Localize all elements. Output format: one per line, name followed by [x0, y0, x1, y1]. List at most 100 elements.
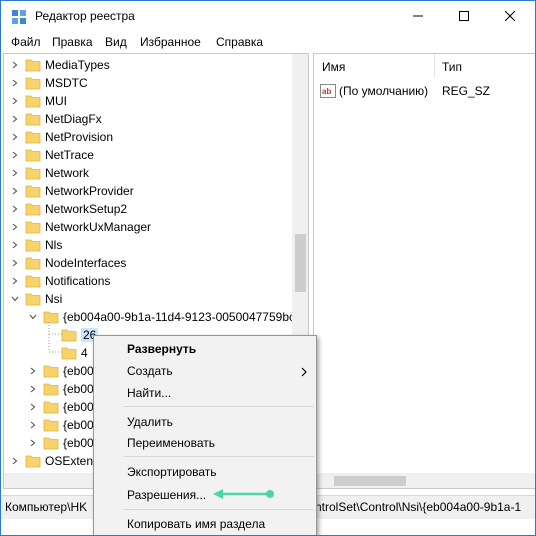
chevron-right-icon[interactable]: [10, 236, 20, 254]
tree-node[interactable]: Network: [4, 164, 292, 182]
tree-node[interactable]: MUI: [4, 92, 292, 110]
folder-icon: [43, 436, 59, 450]
tree-node[interactable]: NetworkProvider: [4, 182, 292, 200]
tree-node[interactable]: NetDiagFx: [4, 110, 292, 128]
tree-node-label: {eb00: [63, 436, 94, 450]
chevron-right-icon[interactable]: [10, 110, 20, 128]
menu-favorites[interactable]: Избранное: [140, 35, 201, 49]
chevron-right-icon[interactable]: [10, 164, 20, 182]
registry-editor-window: Редактор реестра Файл Правка Вид Избранн…: [0, 0, 536, 536]
tree-node[interactable]: Notifications: [4, 272, 292, 290]
folder-icon: [25, 274, 41, 288]
folder-icon: [25, 166, 41, 180]
tree-node-label: NodeInterfaces: [45, 256, 127, 270]
tree-node[interactable]: NetProvision: [4, 128, 292, 146]
chevron-right-icon[interactable]: [10, 452, 20, 470]
tree-node-label: Network: [45, 166, 90, 180]
chevron-right-icon[interactable]: [28, 380, 38, 398]
menu-permissions[interactable]: Разрешения...: [95, 484, 315, 506]
chevron-right-icon[interactable]: [28, 362, 38, 380]
folder-icon: [25, 130, 41, 144]
chevron-down-icon[interactable]: [10, 290, 20, 308]
menu-separator: [124, 406, 314, 407]
folder-icon: [25, 220, 41, 234]
tree-node-label: NetTrace: [45, 148, 94, 162]
menu-expand[interactable]: Развернуть: [95, 338, 315, 360]
tree-node-label: MUI: [45, 94, 67, 108]
tree-node[interactable]: Nsi: [4, 290, 292, 308]
tree-node-label: MediaTypes: [45, 58, 110, 72]
title-bar: Редактор реестра: [1, 1, 535, 31]
folder-icon: [43, 418, 59, 432]
status-path-end: ntrolSet\Control\Nsi\{eb004a00-9b1a-1: [315, 500, 522, 514]
tree-node-label: {eb00: [63, 382, 94, 396]
menu-edit[interactable]: Правка: [52, 35, 93, 49]
minimize-button[interactable]: [395, 1, 441, 31]
tree-node-label: NetProvision: [45, 130, 114, 144]
value-name: (По умолчанию): [339, 84, 429, 98]
menu-delete[interactable]: Удалить: [95, 411, 315, 433]
menu-create[interactable]: Создать: [95, 360, 315, 382]
menu-file[interactable]: Файл: [11, 35, 41, 49]
registry-app-icon: [11, 9, 27, 25]
folder-icon: [25, 256, 41, 270]
chevron-right-icon[interactable]: [28, 416, 38, 434]
folder-icon: [43, 400, 59, 414]
tree-node[interactable]: MSDTC: [4, 74, 292, 92]
chevron-right-icon[interactable]: [10, 200, 20, 218]
folder-icon: [25, 202, 41, 216]
chevron-right-icon[interactable]: [28, 434, 38, 452]
chevron-right-icon[interactable]: [10, 56, 20, 74]
chevron-right-icon[interactable]: [28, 398, 38, 416]
tree-node[interactable]: NetworkUxManager: [4, 218, 292, 236]
tree-scroll-thumb[interactable]: [295, 234, 306, 292]
svg-text:ab: ab: [322, 87, 331, 96]
folder-icon: [25, 238, 41, 252]
submenu-arrow-icon: [301, 366, 307, 380]
values-list[interactable]: Имя Тип ab (По умолчанию) REG_SZ: [313, 53, 535, 489]
chevron-down-icon[interactable]: [28, 308, 38, 326]
value-row-default[interactable]: ab (По умолчанию): [320, 82, 428, 100]
values-scroll-thumb[interactable]: [334, 476, 406, 486]
chevron-right-icon[interactable]: [10, 182, 20, 200]
folder-icon: [25, 454, 41, 468]
menu-rename[interactable]: Переименовать: [95, 432, 315, 454]
column-header-name[interactable]: Имя: [314, 54, 345, 78]
chevron-right-icon[interactable]: [10, 254, 20, 272]
tree-node-label: {eb00: [63, 418, 94, 432]
folder-icon: [25, 58, 41, 72]
column-header-type[interactable]: Тип: [434, 54, 462, 78]
tree-node[interactable]: NetTrace: [4, 146, 292, 164]
folder-icon: [25, 184, 41, 198]
tree-node-label: NetworkUxManager: [45, 220, 152, 234]
maximize-button[interactable]: [441, 1, 487, 31]
chevron-right-icon[interactable]: [10, 74, 20, 92]
menu-separator: [124, 456, 314, 457]
menu-find[interactable]: Найти...: [95, 382, 315, 404]
tree-node[interactable]: NodeInterfaces: [4, 254, 292, 272]
close-button[interactable]: [487, 1, 533, 31]
status-path-start: Компьютер\HK: [5, 500, 88, 514]
tree-node[interactable]: NetworkSetup2: [4, 200, 292, 218]
folder-icon: [25, 94, 41, 108]
menu-help[interactable]: Справка: [216, 35, 263, 49]
tree-node-label: Nsi: [45, 292, 63, 306]
tree-node-label: MSDTC: [45, 76, 88, 90]
value-type: REG_SZ: [442, 84, 491, 98]
chevron-right-icon[interactable]: [10, 272, 20, 290]
folder-icon: [25, 148, 41, 162]
chevron-right-icon[interactable]: [10, 218, 20, 236]
tree-node[interactable]: Nls: [4, 236, 292, 254]
menu-copy-key-name[interactable]: Копировать имя раздела: [95, 513, 315, 535]
chevron-right-icon[interactable]: [10, 128, 20, 146]
folder-icon: [25, 76, 41, 90]
folder-icon: [43, 382, 59, 396]
tree-node[interactable]: MediaTypes: [4, 56, 292, 74]
chevron-right-icon[interactable]: [10, 92, 20, 110]
chevron-right-icon[interactable]: [10, 146, 20, 164]
tree-node-label: Nls: [45, 238, 63, 252]
menu-export[interactable]: Экспортировать: [95, 461, 315, 483]
menu-view[interactable]: Вид: [105, 35, 127, 49]
tree-node-label: NetworkSetup2: [45, 202, 128, 216]
folder-icon: [25, 112, 41, 126]
